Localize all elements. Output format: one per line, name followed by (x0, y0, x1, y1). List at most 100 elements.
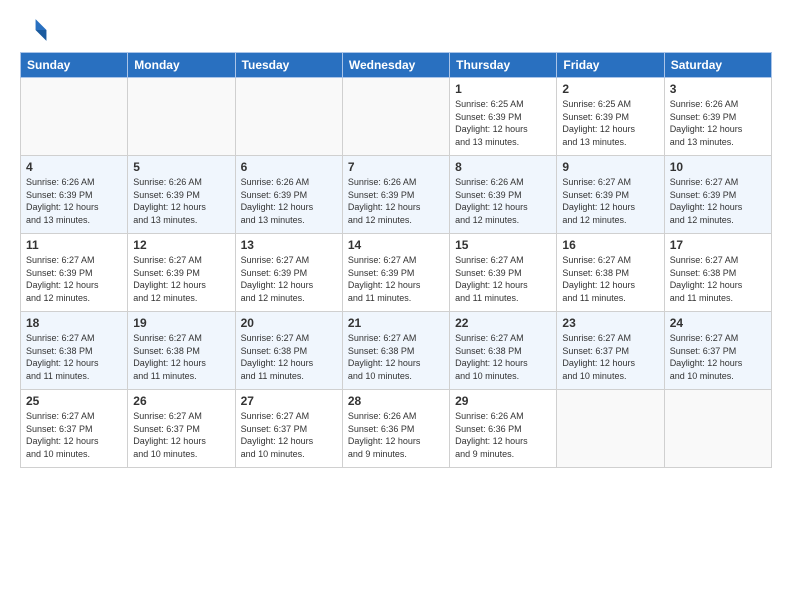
header (20, 16, 772, 44)
calendar-day-cell: 8 Sunrise: 6:26 AM Sunset: 6:39 PM Daylig… (450, 156, 557, 234)
day-info: Sunrise: 6:27 AM Sunset: 6:39 PM Dayligh… (455, 254, 551, 304)
day-info: Sunrise: 6:27 AM Sunset: 6:39 PM Dayligh… (26, 254, 122, 304)
calendar-week-row: 11 Sunrise: 6:27 AM Sunset: 6:39 PM Dayli… (21, 234, 772, 312)
day-info: Sunrise: 6:25 AM Sunset: 6:39 PM Dayligh… (455, 98, 551, 148)
calendar-day-cell: 3Sunrise: 6:26 AM Sunset: 6:39 PM Daylig… (664, 78, 771, 156)
day-info: Sunrise: 6:27 AM Sunset: 6:37 PM Dayligh… (241, 410, 337, 460)
calendar-day-cell: 12Sunrise: 6:27 AM Sunset: 6:39 PM Dayli… (128, 234, 235, 312)
calendar-day-cell: 11 Sunrise: 6:27 AM Sunset: 6:39 PM Dayli… (21, 234, 128, 312)
calendar-day-cell: 19 Sunrise: 6:27 AM Sunset: 6:38 PM Dayli… (128, 312, 235, 390)
day-info: Sunrise: 6:27 AM Sunset: 6:37 PM Dayligh… (26, 410, 122, 460)
calendar-day-cell: 10 Sunrise: 6:27 AM Sunset: 6:39 PM Dayli… (664, 156, 771, 234)
day-number: 6 (241, 160, 337, 174)
day-info: Sunrise: 6:27 AM Sunset: 6:38 PM Dayligh… (562, 254, 658, 304)
day-number: 25 (26, 394, 122, 408)
day-number: 20 (241, 316, 337, 330)
calendar-day-cell: 26 Sunrise: 6:27 AM Sunset: 6:37 PM Dayli… (128, 390, 235, 468)
day-number: 28 (348, 394, 444, 408)
day-number: 10 (670, 160, 766, 174)
calendar-day-cell: 27Sunrise: 6:27 AM Sunset: 6:37 PM Dayli… (235, 390, 342, 468)
day-number: 13 (241, 238, 337, 252)
day-info: Sunrise: 6:26 AM Sunset: 6:39 PM Dayligh… (348, 176, 444, 226)
calendar-day-cell: 25 Sunrise: 6:27 AM Sunset: 6:37 PM Dayli… (21, 390, 128, 468)
day-number: 9 (562, 160, 658, 174)
calendar-day-cell: 9 Sunrise: 6:27 AM Sunset: 6:39 PM Daylig… (557, 156, 664, 234)
day-info: Sunrise: 6:27 AM Sunset: 6:37 PM Dayligh… (133, 410, 229, 460)
calendar-day-cell (557, 390, 664, 468)
day-number: 8 (455, 160, 551, 174)
calendar-day-cell: 5Sunrise: 6:26 AM Sunset: 6:39 PM Daylig… (128, 156, 235, 234)
calendar-week-row: 18Sunrise: 6:27 AM Sunset: 6:38 PM Dayli… (21, 312, 772, 390)
day-number: 12 (133, 238, 229, 252)
day-info: Sunrise: 6:27 AM Sunset: 6:38 PM Dayligh… (670, 254, 766, 304)
day-info: Sunrise: 6:26 AM Sunset: 6:39 PM Dayligh… (455, 176, 551, 226)
day-info: Sunrise: 6:27 AM Sunset: 6:39 PM Dayligh… (670, 176, 766, 226)
calendar-day-cell (342, 78, 449, 156)
calendar-header-monday: Monday (128, 53, 235, 78)
day-number: 1 (455, 82, 551, 96)
day-number: 11 (26, 238, 122, 252)
calendar-day-cell: 18Sunrise: 6:27 AM Sunset: 6:38 PM Dayli… (21, 312, 128, 390)
calendar-day-cell (235, 78, 342, 156)
day-info: Sunrise: 6:27 AM Sunset: 6:38 PM Dayligh… (455, 332, 551, 382)
day-info: Sunrise: 6:26 AM Sunset: 6:36 PM Dayligh… (455, 410, 551, 460)
calendar-day-cell: 23 Sunrise: 6:27 AM Sunset: 6:37 PM Dayli… (557, 312, 664, 390)
day-info: Sunrise: 6:27 AM Sunset: 6:37 PM Dayligh… (670, 332, 766, 382)
day-info: Sunrise: 6:27 AM Sunset: 6:39 PM Dayligh… (241, 254, 337, 304)
calendar-day-cell: 17 Sunrise: 6:27 AM Sunset: 6:38 PM Dayli… (664, 234, 771, 312)
calendar-day-cell: 29 Sunrise: 6:26 AM Sunset: 6:36 PM Dayli… (450, 390, 557, 468)
calendar-day-cell: 2 Sunrise: 6:25 AM Sunset: 6:39 PM Daylig… (557, 78, 664, 156)
calendar-day-cell: 20 Sunrise: 6:27 AM Sunset: 6:38 PM Dayli… (235, 312, 342, 390)
day-number: 26 (133, 394, 229, 408)
calendar-day-cell: 16 Sunrise: 6:27 AM Sunset: 6:38 PM Dayli… (557, 234, 664, 312)
day-number: 19 (133, 316, 229, 330)
day-info: Sunrise: 6:26 AM Sunset: 6:39 PM Dayligh… (241, 176, 337, 226)
logo (20, 16, 52, 44)
calendar-day-cell: 6 Sunrise: 6:26 AM Sunset: 6:39 PM Daylig… (235, 156, 342, 234)
day-info: Sunrise: 6:27 AM Sunset: 6:38 PM Dayligh… (348, 332, 444, 382)
calendar-header-saturday: Saturday (664, 53, 771, 78)
calendar-day-cell: 21 Sunrise: 6:27 AM Sunset: 6:38 PM Dayli… (342, 312, 449, 390)
day-number: 17 (670, 238, 766, 252)
calendar-header-row: SundayMondayTuesdayWednesdayThursdayFrid… (21, 53, 772, 78)
day-info: Sunrise: 6:25 AM Sunset: 6:39 PM Dayligh… (562, 98, 658, 148)
calendar-day-cell: 28 Sunrise: 6:26 AM Sunset: 6:36 PM Dayli… (342, 390, 449, 468)
calendar-day-cell: 14 Sunrise: 6:27 AM Sunset: 6:39 PM Dayli… (342, 234, 449, 312)
day-info: Sunrise: 6:27 AM Sunset: 6:38 PM Dayligh… (133, 332, 229, 382)
day-number: 7 (348, 160, 444, 174)
day-info: Sunrise: 6:27 AM Sunset: 6:39 PM Dayligh… (348, 254, 444, 304)
day-number: 4 (26, 160, 122, 174)
day-info: Sunrise: 6:27 AM Sunset: 6:37 PM Dayligh… (562, 332, 658, 382)
calendar-header-sunday: Sunday (21, 53, 128, 78)
calendar-day-cell: 4 Sunrise: 6:26 AM Sunset: 6:39 PM Daylig… (21, 156, 128, 234)
day-number: 15 (455, 238, 551, 252)
calendar-header-wednesday: Wednesday (342, 53, 449, 78)
day-number: 2 (562, 82, 658, 96)
day-info: Sunrise: 6:26 AM Sunset: 6:39 PM Dayligh… (26, 176, 122, 226)
logo-icon (20, 16, 48, 44)
day-number: 3 (670, 82, 766, 96)
day-info: Sunrise: 6:26 AM Sunset: 6:36 PM Dayligh… (348, 410, 444, 460)
day-number: 24 (670, 316, 766, 330)
calendar-day-cell: 15 Sunrise: 6:27 AM Sunset: 6:39 PM Dayli… (450, 234, 557, 312)
calendar-day-cell (128, 78, 235, 156)
calendar-header-tuesday: Tuesday (235, 53, 342, 78)
page: SundayMondayTuesdayWednesdayThursdayFrid… (0, 0, 792, 612)
calendar-day-cell: 13 Sunrise: 6:27 AM Sunset: 6:39 PM Dayli… (235, 234, 342, 312)
calendar-day-cell: 1 Sunrise: 6:25 AM Sunset: 6:39 PM Daylig… (450, 78, 557, 156)
calendar-week-row: 1 Sunrise: 6:25 AM Sunset: 6:39 PM Daylig… (21, 78, 772, 156)
day-info: Sunrise: 6:27 AM Sunset: 6:38 PM Dayligh… (241, 332, 337, 382)
day-info: Sunrise: 6:27 AM Sunset: 6:39 PM Dayligh… (562, 176, 658, 226)
calendar-week-row: 4 Sunrise: 6:26 AM Sunset: 6:39 PM Daylig… (21, 156, 772, 234)
day-number: 22 (455, 316, 551, 330)
calendar-day-cell (664, 390, 771, 468)
day-number: 16 (562, 238, 658, 252)
calendar-day-cell (21, 78, 128, 156)
day-number: 21 (348, 316, 444, 330)
day-number: 23 (562, 316, 658, 330)
calendar-table: SundayMondayTuesdayWednesdayThursdayFrid… (20, 52, 772, 468)
calendar-header-thursday: Thursday (450, 53, 557, 78)
calendar-header-friday: Friday (557, 53, 664, 78)
day-number: 14 (348, 238, 444, 252)
day-number: 29 (455, 394, 551, 408)
